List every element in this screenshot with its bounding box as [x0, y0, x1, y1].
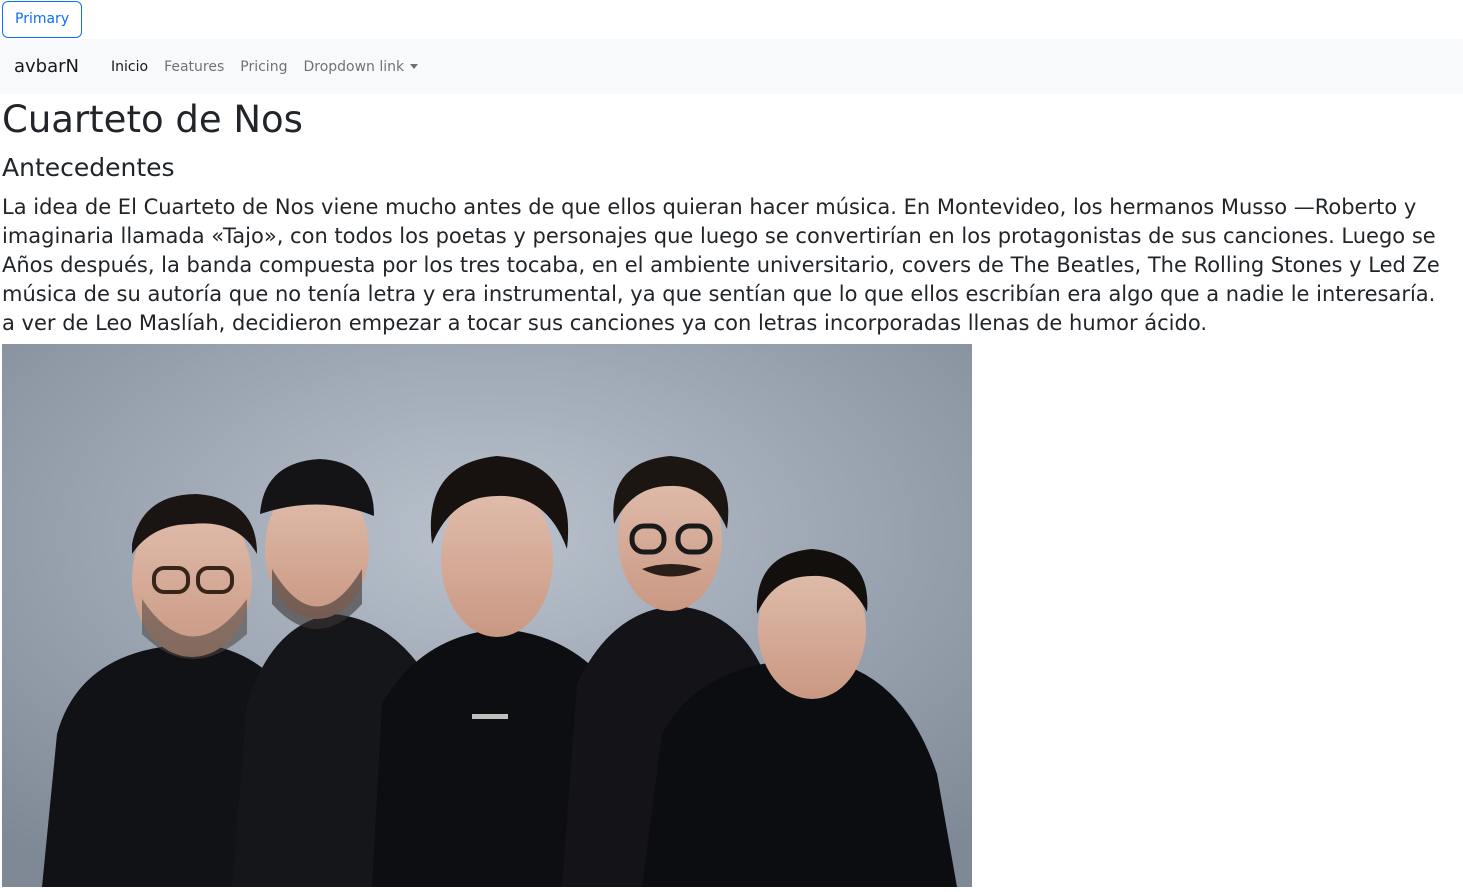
paragraph-line: Años después, la banda compuesta por los…: [2, 253, 1440, 277]
paragraph-line: La idea de El Cuarteto de Nos viene much…: [2, 195, 1417, 219]
navbar: avbarN Inicio Features Pricing Dropdown …: [0, 39, 1463, 94]
band-photo-icon: [2, 344, 972, 887]
nav-link-features[interactable]: Features: [156, 59, 232, 75]
nav-link-label: Inicio: [111, 58, 149, 75]
paragraph-line: música de su autoría que no tenía letra …: [2, 282, 1436, 306]
navbar-brand[interactable]: avbarN: [14, 56, 79, 77]
caret-down-icon: [410, 64, 419, 69]
page: Primary avbarN Inicio Features Pricing D…: [0, 0, 1463, 892]
band-photo: [2, 344, 972, 887]
nav-link-label: Pricing: [240, 58, 288, 75]
nav-link-label: Features: [164, 58, 225, 75]
paragraph-line: a ver de Leo Maslíah, decidieron empezar…: [2, 311, 1207, 335]
nav-link-inicio[interactable]: Inicio: [103, 59, 156, 75]
antecedentes-paragraph: La idea de El Cuarteto de Nos viene much…: [2, 193, 1463, 343]
primary-button[interactable]: Primary: [2, 1, 83, 38]
nav-dropdown-link[interactable]: Dropdown link: [295, 59, 426, 75]
section-heading: Antecedentes: [2, 153, 175, 182]
nav-link-pricing[interactable]: Pricing: [232, 59, 295, 75]
nav-link-label: Dropdown link: [303, 58, 405, 75]
page-title: Cuarteto de Nos: [2, 98, 303, 141]
paragraph-line: imaginaria llamada «Tajo», con todos los…: [2, 224, 1436, 248]
nav-links: Inicio Features Pricing Dropdown link: [103, 59, 426, 75]
